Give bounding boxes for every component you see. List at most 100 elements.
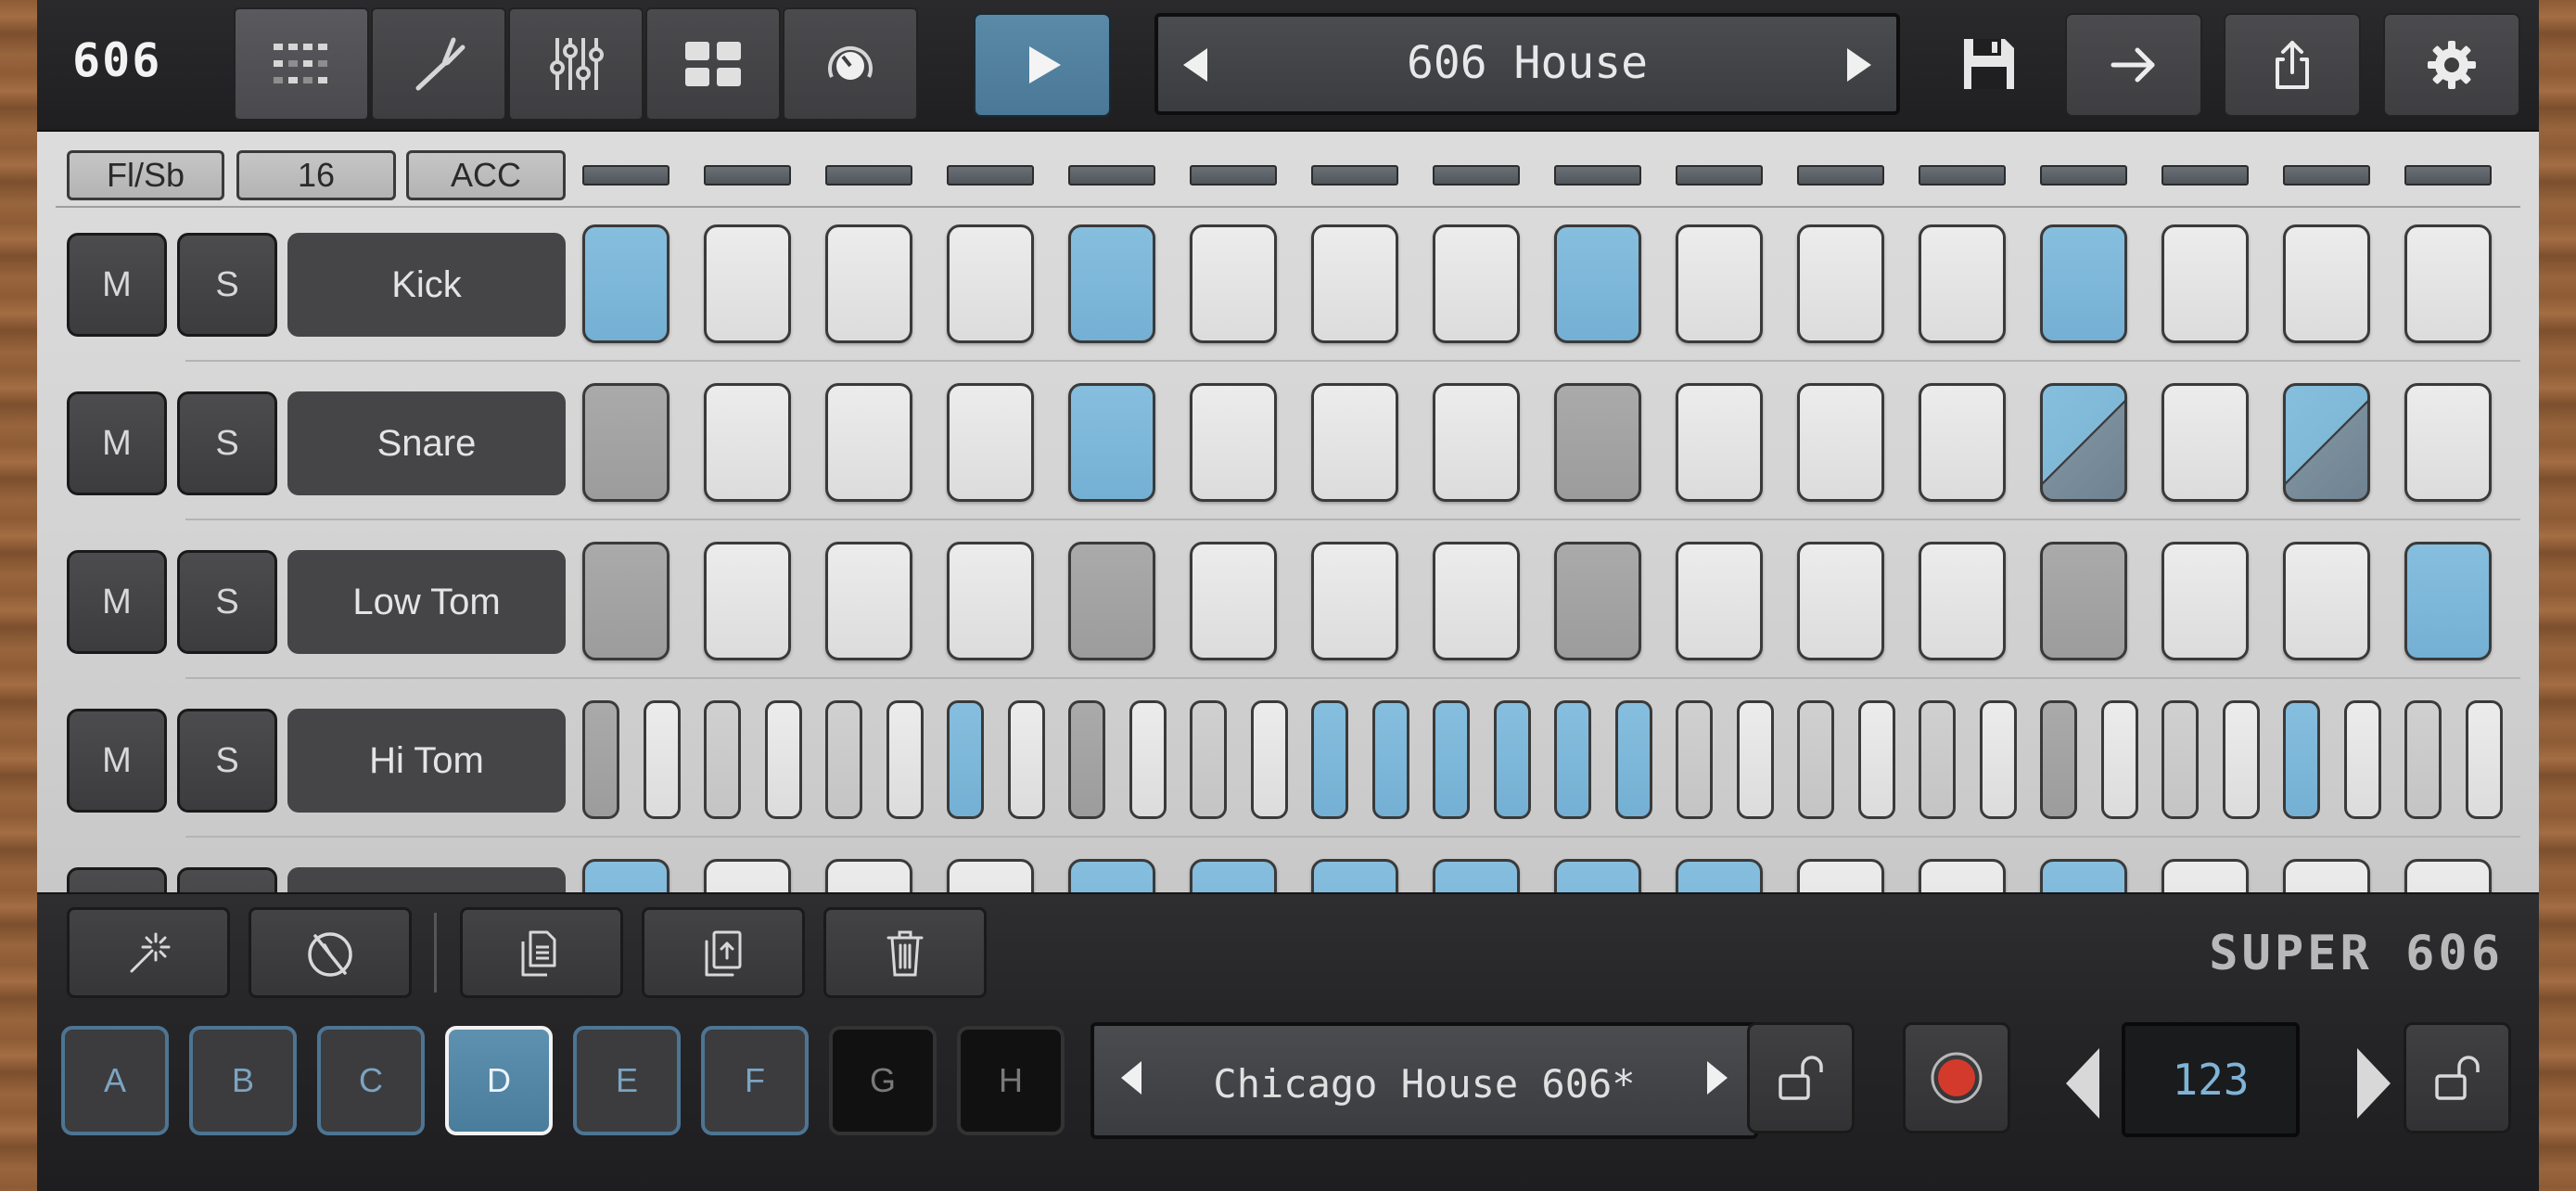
substep-pad[interactable] <box>1068 700 1105 819</box>
randomize-button[interactable] <box>67 907 230 998</box>
step-pad[interactable] <box>1311 224 1398 343</box>
substep-pad[interactable] <box>886 700 924 819</box>
pattern-button-g[interactable]: G <box>829 1026 937 1135</box>
substep-pad[interactable] <box>2162 700 2199 819</box>
step-pad[interactable] <box>1068 859 1155 892</box>
pattern-prev-button[interactable] <box>1113 1059 1150 1106</box>
step-pad[interactable] <box>1190 542 1277 660</box>
copy-button[interactable] <box>460 907 623 998</box>
tempo-display[interactable]: 123 <box>2122 1022 2300 1137</box>
preset-name[interactable]: 606 House <box>1232 37 1822 89</box>
substep-pad[interactable] <box>1736 700 1774 819</box>
step-pad[interactable] <box>2404 542 2492 660</box>
knob-view-button[interactable] <box>783 7 918 121</box>
step-pad[interactable] <box>582 542 670 660</box>
step-pad[interactable] <box>1919 859 2006 892</box>
mute-button[interactable]: M <box>67 391 167 495</box>
pattern-button-h[interactable]: H <box>957 1026 1065 1135</box>
step-grid-view-button[interactable] <box>234 7 369 121</box>
step-pad[interactable] <box>1919 542 2006 660</box>
substep-pad[interactable] <box>582 700 619 819</box>
step-pad[interactable] <box>2283 383 2370 502</box>
step-pad[interactable] <box>825 542 912 660</box>
substep-pad[interactable] <box>1007 700 1045 819</box>
step-pad[interactable] <box>1554 859 1641 892</box>
substep-pad[interactable] <box>1129 700 1167 819</box>
paste-button[interactable] <box>642 907 805 998</box>
save-button[interactable] <box>1947 22 2031 106</box>
step-pad[interactable] <box>1068 542 1155 660</box>
substep-pad[interactable] <box>2343 700 2381 819</box>
step-pad[interactable] <box>947 542 1034 660</box>
track-name-button[interactable] <box>287 867 566 892</box>
tuning-view-button[interactable] <box>371 7 506 121</box>
preset-prev-button[interactable] <box>1173 43 1218 87</box>
step-pad[interactable] <box>2404 859 2492 892</box>
step-pad[interactable] <box>2040 383 2127 502</box>
step-pad[interactable] <box>2404 383 2492 502</box>
step-pad[interactable] <box>947 224 1034 343</box>
solo-button[interactable]: S <box>177 233 277 337</box>
step-pad[interactable] <box>2162 859 2249 892</box>
accent-button[interactable]: ACC <box>406 150 566 200</box>
pattern-button-f[interactable]: F <box>701 1026 809 1135</box>
clear-automation-button[interactable] <box>249 907 412 998</box>
substep-pad[interactable] <box>704 700 741 819</box>
step-pad[interactable] <box>1554 383 1641 502</box>
substep-pad[interactable] <box>1250 700 1288 819</box>
pattern-button-d[interactable]: D <box>445 1026 553 1135</box>
step-pad[interactable] <box>825 383 912 502</box>
step-pad[interactable] <box>2404 224 2492 343</box>
substep-pad[interactable] <box>1433 700 1470 819</box>
pattern-button-e[interactable]: E <box>573 1026 681 1135</box>
delete-button[interactable] <box>823 907 987 998</box>
play-button[interactable] <box>974 13 1111 117</box>
record-button[interactable] <box>1903 1022 2010 1133</box>
substep-pad[interactable] <box>1554 700 1591 819</box>
step-pad[interactable] <box>2162 224 2249 343</box>
track-name-button[interactable]: Kick <box>287 233 566 337</box>
step-pad[interactable] <box>1797 383 1884 502</box>
settings-button[interactable] <box>2383 13 2520 117</box>
step-pad[interactable] <box>704 859 791 892</box>
step-pad[interactable] <box>582 224 670 343</box>
step-pad[interactable] <box>947 859 1034 892</box>
pattern-view-button[interactable] <box>645 7 781 121</box>
mute-button[interactable]: M <box>67 867 167 892</box>
step-pad[interactable] <box>1676 542 1763 660</box>
share-button[interactable] <box>2224 13 2361 117</box>
mixer-view-button[interactable] <box>508 7 644 121</box>
step-pad[interactable] <box>2283 859 2370 892</box>
step-pad[interactable] <box>1433 383 1520 502</box>
mute-button[interactable]: M <box>67 233 167 337</box>
substep-pad[interactable] <box>764 700 802 819</box>
step-pad[interactable] <box>1311 383 1398 502</box>
track-name-button[interactable]: Hi Tom <box>287 709 566 813</box>
step-pad[interactable] <box>1433 224 1520 343</box>
substep-pad[interactable] <box>2040 700 2077 819</box>
step-pad[interactable] <box>2040 542 2127 660</box>
step-pad[interactable] <box>1433 859 1520 892</box>
step-pad[interactable] <box>1190 383 1277 502</box>
step-pad[interactable] <box>2162 542 2249 660</box>
substep-pad[interactable] <box>1493 700 1531 819</box>
substep-pad[interactable] <box>2404 700 2442 819</box>
step-pad[interactable] <box>582 383 670 502</box>
export-button[interactable] <box>2065 13 2202 117</box>
step-pad[interactable] <box>1311 542 1398 660</box>
step-pad[interactable] <box>2040 859 2127 892</box>
step-pad[interactable] <box>1797 859 1884 892</box>
pattern-lock-button[interactable] <box>1747 1022 1855 1133</box>
step-pad[interactable] <box>1676 859 1763 892</box>
substep-pad[interactable] <box>1979 700 2017 819</box>
substep-pad[interactable] <box>2100 700 2138 819</box>
step-pad[interactable] <box>2040 224 2127 343</box>
step-pad[interactable] <box>1068 383 1155 502</box>
step-pad[interactable] <box>1676 383 1763 502</box>
solo-button[interactable]: S <box>177 867 277 892</box>
substep-pad[interactable] <box>825 700 862 819</box>
mute-button[interactable]: M <box>67 550 167 654</box>
step-pad[interactable] <box>825 224 912 343</box>
step-pad[interactable] <box>825 859 912 892</box>
substep-pad[interactable] <box>1614 700 1652 819</box>
